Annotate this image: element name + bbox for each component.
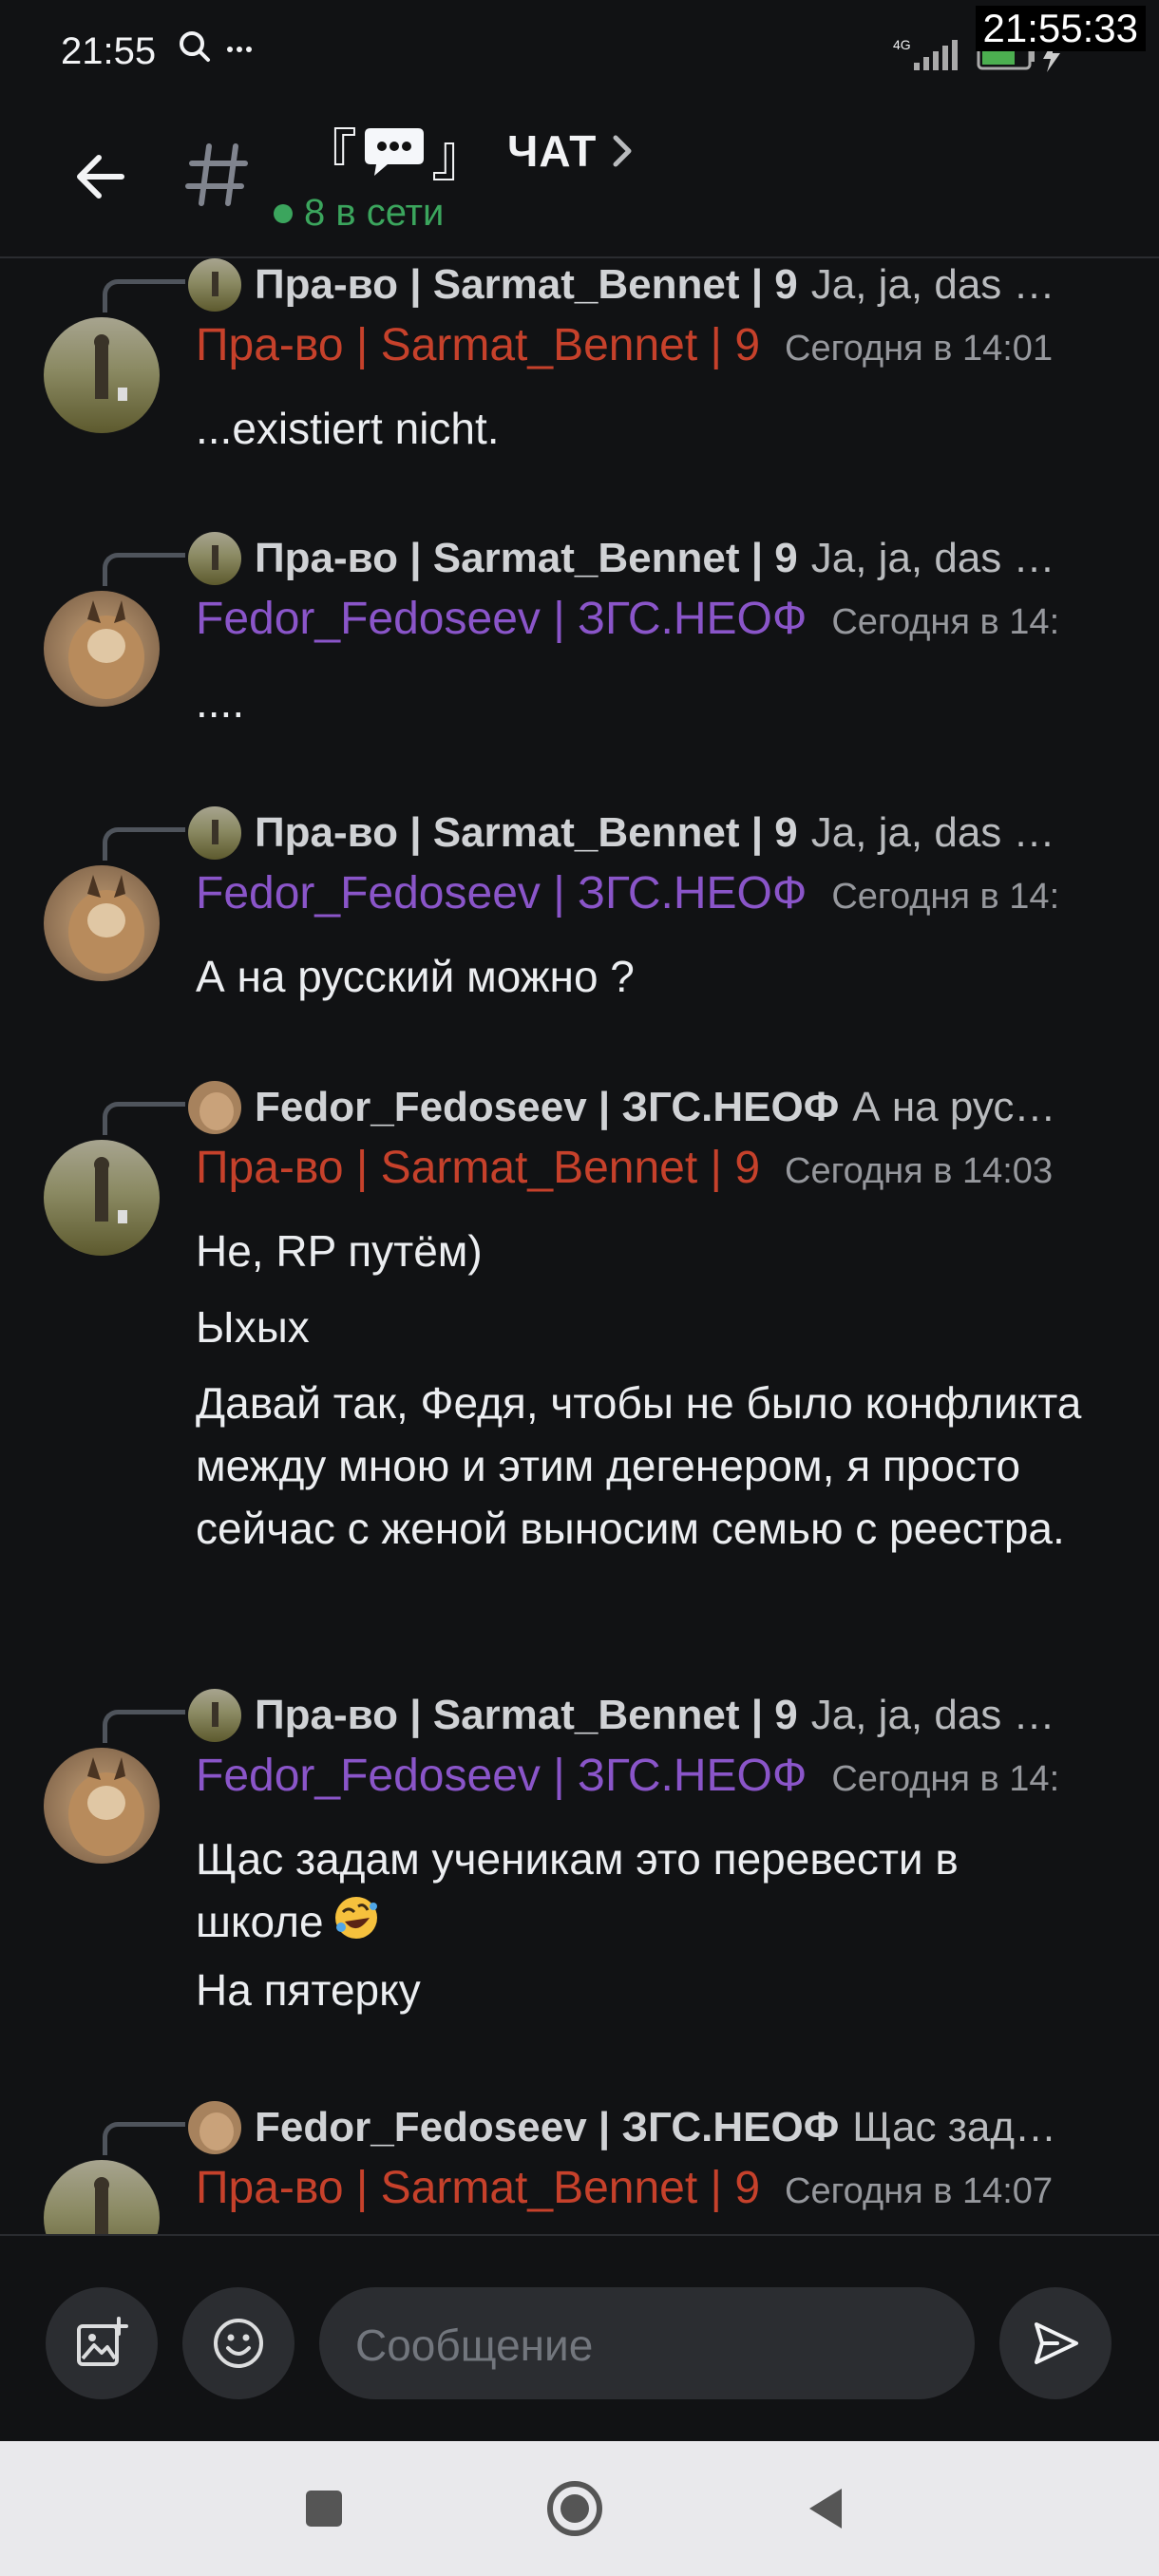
reply-connector	[103, 2122, 185, 2155]
reply-connector	[103, 1102, 185, 1135]
message-author[interactable]: Fedor_Fedoseev | ЗГС.НЕОФ	[196, 867, 807, 919]
speech-bubble-icon	[365, 128, 424, 176]
message-author[interactable]: Пра-во | Sarmat_Bennet | 9	[196, 319, 760, 371]
avatar[interactable]	[44, 1748, 160, 1864]
clock-overlay: 21:55:33	[975, 6, 1146, 51]
message-text-span: Щас задам ученикам это перевести в школе	[196, 1834, 959, 1946]
avatar	[188, 258, 241, 312]
message-text: Не, RP путём)	[196, 1226, 483, 1276]
message-author[interactable]: Fedor_Fedoseev | ЗГС.НЕОФ	[196, 593, 807, 645]
message-timestamp: Сегодня в 14:03	[785, 1151, 1054, 1191]
avatar[interactable]	[44, 2160, 160, 2234]
message-content: Щас задам ученикам это перевести в школе…	[196, 1828, 1098, 2035]
message-author[interactable]: Пра-во | Sarmat_Bennet | 9	[196, 1142, 760, 1194]
message-timestamp: Сегодня в 14:01	[785, 329, 1054, 369]
message-list[interactable]: Пра-во | Sarmat_Bennet | 9 Ja, ja, das ……	[0, 258, 1159, 2234]
online-count: 8 в сети	[304, 192, 445, 234]
reply-preview[interactable]: Пра-во | Sarmat_Bennet | 9 Ja, ja, das …	[188, 532, 1055, 585]
channel-title[interactable]: 『 』 ЧАТ	[300, 118, 635, 190]
online-status: 8 в сети	[274, 192, 444, 235]
title-bracket-left: 『	[300, 123, 357, 190]
message-input-placeholder: Сообщение	[355, 2320, 594, 2370]
avatar[interactable]	[44, 591, 160, 707]
reply-preview[interactable]: Пра-во | Sarmat_Bennet | 9 Ja, ja, das …	[188, 258, 1055, 312]
avatar[interactable]	[44, 865, 160, 981]
attach-image-button[interactable]	[46, 2287, 158, 2399]
message-author[interactable]: Пра-во | Sarmat_Bennet | 9	[196, 2162, 760, 2214]
send-button[interactable]	[999, 2287, 1112, 2399]
reply-author: Пра-во | Sarmat_Bennet | 9	[255, 535, 798, 581]
reply-preview[interactable]: Fedor_Fedoseev | ЗГС.НЕОФ Щас зад…	[188, 2101, 1056, 2154]
reply-author: Пра-во | Sarmat_Bennet | 9	[255, 261, 798, 308]
reply-text: Ja, ja, das …	[810, 261, 1055, 308]
status-bar: 21:55 4G 21:55:33	[0, 0, 1159, 104]
avatar	[188, 806, 241, 860]
message-input[interactable]: Сообщение	[319, 2287, 975, 2399]
reply-text: А на рус…	[852, 1084, 1056, 1130]
avatar	[188, 1081, 241, 1134]
message-text: А на русский можно ?	[196, 952, 635, 1001]
reply-connector	[103, 279, 185, 313]
reply-text: Ja, ja, das …	[810, 535, 1055, 581]
emoji-icon	[214, 2319, 263, 2368]
avatar	[188, 2101, 241, 2154]
send-icon	[1035, 2322, 1078, 2364]
message-text: На пятерку	[196, 1965, 421, 2015]
reply-author: Fedor_Fedoseev | ЗГС.НЕОФ	[255, 2104, 840, 2150]
avatar[interactable]	[44, 317, 160, 433]
message-text: Щас задам ученикам это перевести в школе	[196, 1828, 1098, 1953]
reply-author: Пра-во | Sarmat_Bennet | 9	[255, 809, 798, 856]
message-text: Давай так, Федя, чтобы не было конфликта…	[196, 1378, 1082, 1553]
message-composer: Сообщение	[0, 2234, 1159, 2443]
title-bracket-right: 』	[431, 123, 488, 190]
back-triangle-nav-icon[interactable]	[794, 2475, 861, 2542]
avatar[interactable]	[44, 1140, 160, 1256]
reply-author: Пра-во | Sarmat_Bennet | 9	[255, 1692, 798, 1738]
message-timestamp: Сегодня в 14:	[831, 602, 1060, 642]
avatar	[188, 532, 241, 585]
search-icon	[180, 31, 252, 62]
message-text: ....	[196, 677, 245, 727]
online-dot	[274, 203, 293, 223]
square-nav-icon[interactable]	[291, 2475, 357, 2542]
reply-connector	[103, 553, 185, 586]
reply-text: Ja, ja, das …	[810, 809, 1055, 856]
rofl-emoji-icon	[334, 1897, 377, 1939]
reply-preview[interactable]: Пра-во | Sarmat_Bennet | 9 Ja, ja, das …	[188, 1689, 1055, 1742]
hash-icon	[185, 143, 248, 206]
channel-name: ЧАТ	[507, 126, 598, 176]
back-arrow-icon[interactable]	[66, 142, 135, 211]
home-circle-nav-icon[interactable]	[542, 2475, 608, 2542]
message-timestamp: Сегодня в 14:	[831, 877, 1060, 917]
message-content: Не, RP путём) Ыхых Давай так, Федя, чтоб…	[196, 1220, 1098, 1573]
network-label: 4G	[893, 37, 911, 52]
chevron-right-icon	[613, 135, 632, 167]
channel-header: 『 』 ЧАТ 8 в сети	[0, 104, 1159, 258]
reply-author: Fedor_Fedoseev | ЗГС.НЕОФ	[255, 1084, 840, 1130]
message-content: ....	[196, 671, 1098, 747]
reply-preview[interactable]: Пра-во | Sarmat_Bennet | 9 Ja, ja, das …	[188, 806, 1055, 860]
message-text: Ыхых	[196, 1302, 310, 1352]
reply-text: Щас зад…	[852, 2104, 1057, 2150]
emoji-button[interactable]	[182, 2287, 294, 2399]
reply-text: Ja, ja, das …	[810, 1692, 1055, 1738]
message-timestamp: Сегодня в 14:07	[785, 2171, 1054, 2211]
system-nav-bar	[0, 2441, 1159, 2576]
status-time: 21:55	[61, 30, 157, 72]
message-content: ...existiert nicht.	[196, 397, 1098, 473]
message-text: ...existiert nicht.	[196, 404, 500, 453]
message-content: А на русский можно ?	[196, 945, 1098, 1021]
image-add-icon	[77, 2317, 128, 2366]
reply-connector	[103, 1710, 185, 1743]
message-timestamp: Сегодня в 14:	[831, 1759, 1060, 1799]
message-author[interactable]: Fedor_Fedoseev | ЗГС.НЕОФ	[196, 1750, 807, 1802]
reply-preview[interactable]: Fedor_Fedoseev | ЗГС.НЕОФ А на рус…	[188, 1081, 1055, 1134]
avatar	[188, 1689, 241, 1742]
reply-connector	[103, 827, 185, 861]
